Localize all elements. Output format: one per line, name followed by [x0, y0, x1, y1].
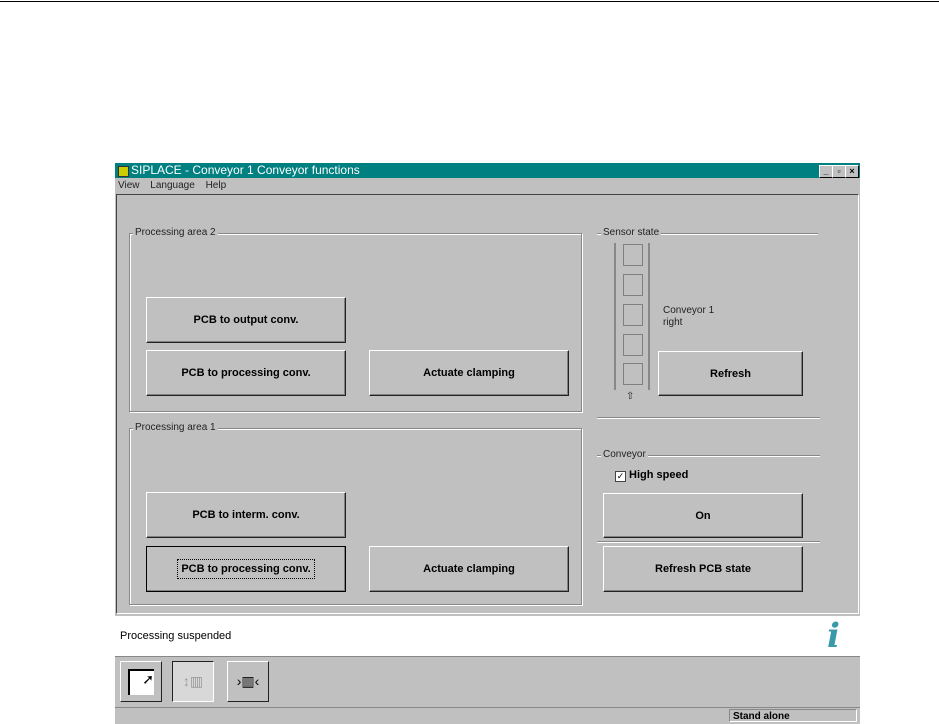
select-pointer-tool-icon[interactable]: ➚	[120, 661, 162, 702]
sensor-indicator	[623, 334, 643, 356]
menu-help[interactable]: Help	[206, 180, 227, 191]
high-speed-checkbox[interactable]: ✓	[615, 471, 626, 482]
divider	[597, 541, 820, 543]
refresh-pcb-state-button[interactable]: Refresh PCB state	[603, 546, 803, 592]
message-area: Processing suspended i	[115, 616, 860, 656]
menu-bar: View Language Help	[115, 178, 231, 193]
sensor-indicator	[623, 363, 643, 385]
sensor-state-label: Sensor state	[601, 227, 662, 238]
button-label: Actuate clamping	[423, 367, 515, 379]
conveyor-on-button[interactable]: On	[603, 493, 803, 538]
top-rule	[0, 1, 939, 2]
title-bar: SIPLACE - Conveyor 1 Conveyor functions …	[115, 163, 860, 178]
status-bar: Stand alone	[115, 707, 860, 724]
divider	[597, 417, 820, 419]
button-label: Refresh	[710, 367, 751, 380]
mode-indicator: Stand alone	[729, 709, 857, 722]
pcb-to-output-button[interactable]: PCB to output conv.	[146, 297, 346, 343]
button-label: PCB to processing conv.	[177, 559, 315, 579]
group-label: Processing area 2	[133, 227, 218, 238]
sensor-column	[614, 243, 650, 390]
maximize-button[interactable]: ▫	[832, 165, 846, 178]
close-button[interactable]: ×	[845, 165, 859, 178]
direction-arrow-icon: ⇧	[626, 391, 635, 402]
sensor-indicator	[623, 304, 643, 326]
area2-actuate-clamping-button[interactable]: Actuate clamping	[369, 350, 569, 396]
minimize-button[interactable]: _	[819, 165, 833, 178]
app-icon	[118, 166, 129, 177]
high-speed-label: High speed	[629, 469, 689, 481]
menu-view[interactable]: View	[118, 180, 140, 191]
status-message: Processing suspended	[120, 630, 232, 642]
button-label: PCB to output conv.	[193, 314, 299, 326]
info-icon: i	[827, 616, 840, 656]
button-label: On	[695, 509, 711, 522]
conveyor-side: right	[663, 317, 683, 328]
clamp-tool-icon[interactable]: ›▥‹	[227, 661, 269, 702]
area1-pcb-to-processing-button[interactable]: PCB to processing conv.	[146, 546, 346, 592]
button-label: PCB to processing conv.	[181, 367, 311, 379]
button-label: Actuate clamping	[423, 563, 515, 575]
group-label: Processing area 1	[133, 422, 218, 433]
conveyor-width-tool-icon[interactable]: ↕▥	[172, 661, 214, 702]
window-title: SIPLACE - Conveyor 1 Conveyor functions	[131, 163, 360, 177]
sensor-indicator	[623, 244, 643, 266]
sensor-indicator	[623, 274, 643, 296]
button-label: PCB to interm. conv.	[192, 509, 300, 521]
refresh-button[interactable]: Refresh	[658, 351, 803, 396]
conveyor-name: Conveyor 1	[663, 305, 715, 316]
area1-actuate-clamping-button[interactable]: Actuate clamping	[369, 546, 569, 592]
button-label: Refresh PCB state	[655, 563, 751, 575]
menu-language[interactable]: Language	[150, 180, 195, 191]
conveyor-label: Conveyor	[601, 449, 648, 460]
app-window: SIPLACE - Conveyor 1 Conveyor functions …	[115, 163, 860, 724]
toolbar: ➚ ↕▥ ›▥‹	[115, 656, 860, 707]
pcb-to-interm-button[interactable]: PCB to interm. conv.	[146, 492, 346, 538]
area2-pcb-to-processing-button[interactable]: PCB to processing conv.	[146, 350, 346, 396]
